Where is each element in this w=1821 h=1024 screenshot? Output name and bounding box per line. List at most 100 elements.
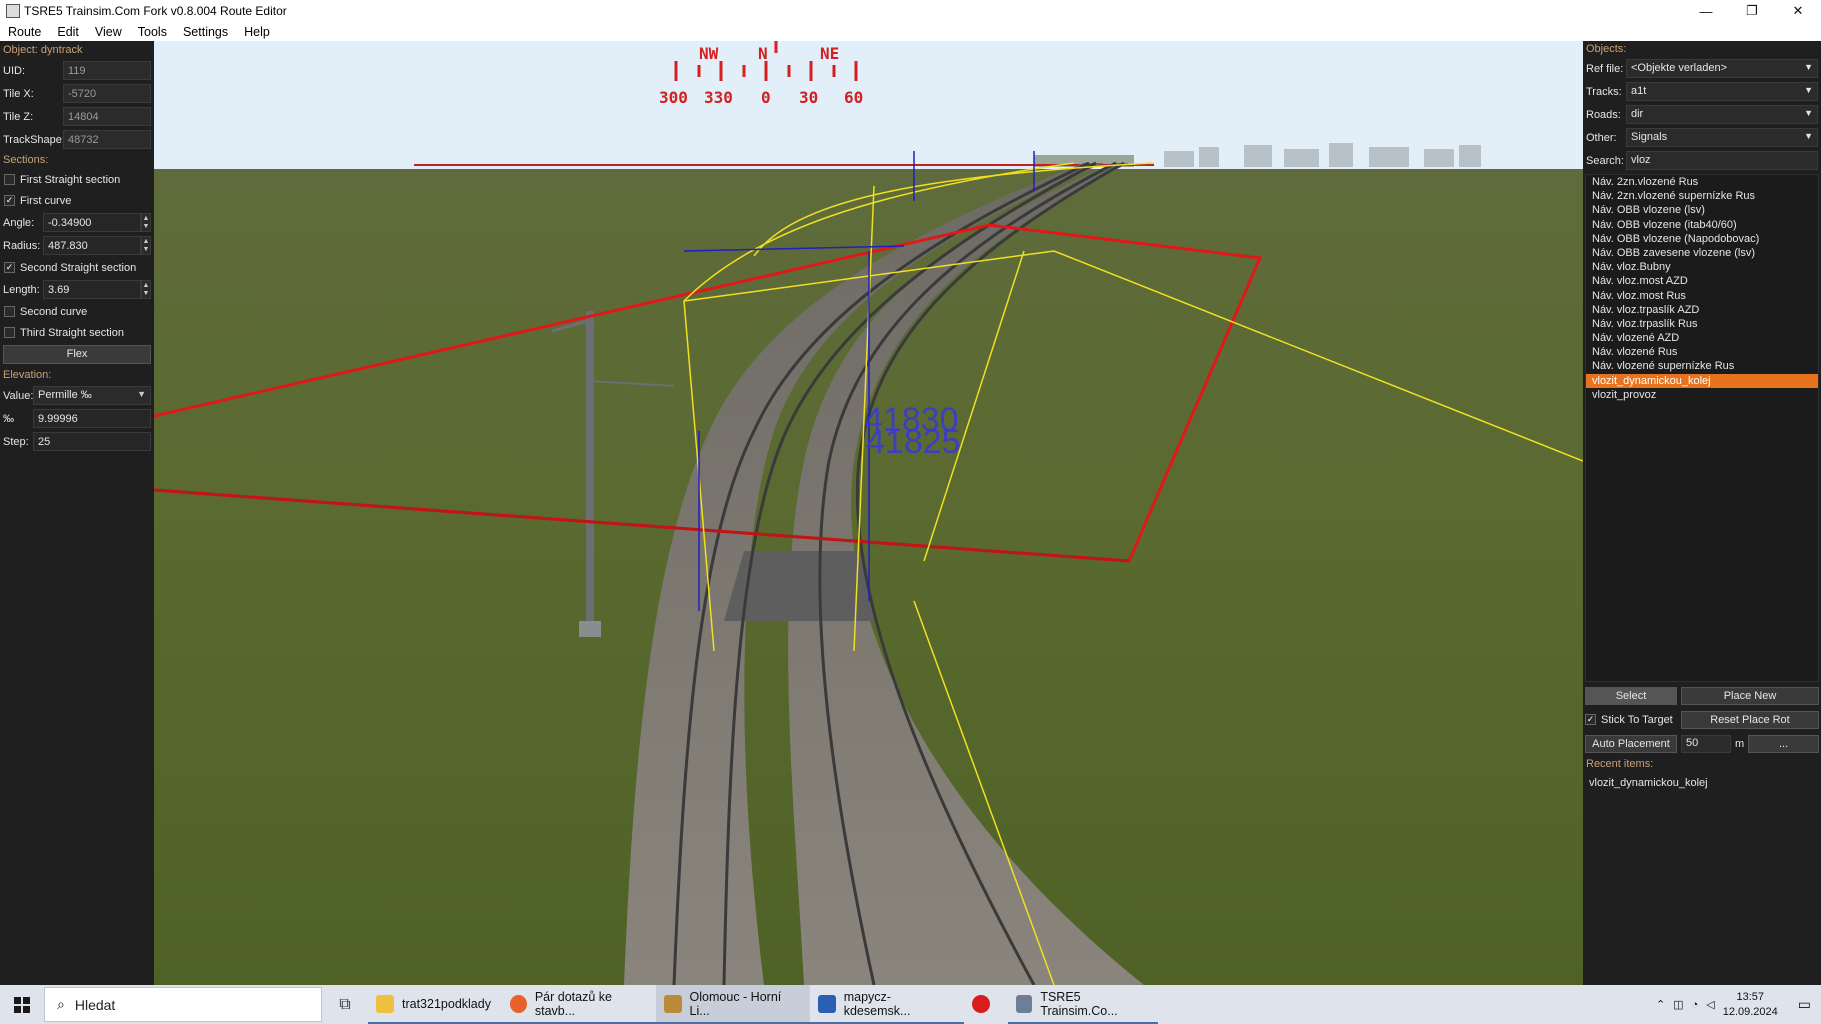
permille-field[interactable]: 9.99996 <box>33 409 151 428</box>
more-options-button[interactable]: ... <box>1748 734 1819 753</box>
second-straight-checkbox[interactable]: ✓ <box>4 262 15 273</box>
object-list-item[interactable]: Náv. OBB vlozene (itab40/60) <box>1586 218 1818 232</box>
menu-route[interactable]: Route <box>0 25 49 39</box>
taskbar-app-opera[interactable] <box>964 985 1008 1024</box>
folder-icon <box>376 994 394 1013</box>
object-list-item[interactable]: Náv. vlozené AZD <box>1586 331 1818 345</box>
opera-icon <box>972 994 990 1013</box>
second-curve-checkbox-row[interactable]: Second curve <box>0 301 154 322</box>
uid-field[interactable]: 119 <box>63 61 151 80</box>
taskbar-app-explorer[interactable]: trat321podklady <box>368 985 502 1024</box>
properties-panel: Object: dyntrack UID: 119 Tile X: -5720 … <box>0 41 154 985</box>
notification-icon[interactable]: ▭ <box>1798 996 1811 1013</box>
object-list-item[interactable]: Náv. 2zn.vlozené supernízke Rus <box>1586 189 1818 203</box>
roads-select[interactable]: dir ▼ <box>1626 105 1818 124</box>
objects-list[interactable]: Náv. 2zn.vlozené Rus Náv. 2zn.vlozené sup… <box>1585 174 1819 682</box>
search-input[interactable]: vloz <box>1626 151 1818 170</box>
second-curve-checkbox[interactable] <box>4 306 15 317</box>
object-list-item[interactable]: Náv. OBB vlozene (lsv) <box>1586 203 1818 217</box>
first-curve-checkbox-row[interactable]: ✓ First curve <box>0 190 154 211</box>
value-select-text: Permille ‰ <box>38 389 92 401</box>
object-list-item[interactable]: Náv. vloz.Bubny <box>1586 260 1818 274</box>
auto-placement-button[interactable]: Auto Placement <box>1585 734 1677 753</box>
object-list-item[interactable]: Náv. vlozené supernízke Rus <box>1586 359 1818 373</box>
catenary-mast <box>586 311 594 631</box>
trackshape-field[interactable]: 48732 <box>63 130 151 149</box>
step-row: Step: 25 <box>0 430 154 453</box>
tracks-value: a1t <box>1631 85 1647 97</box>
taskbar-app-word[interactable]: mapycz-kdesemsk... <box>810 985 964 1024</box>
tracks-select[interactable]: a1t ▼ <box>1626 82 1818 101</box>
first-straight-checkbox[interactable] <box>4 174 15 185</box>
elevation-label: Elevation: <box>3 369 52 381</box>
speaker-icon[interactable]: ◁ <box>1706 998 1714 1011</box>
value-select[interactable]: Permille ‰ ▼ <box>33 386 151 405</box>
compass-dir-nw: NW <box>699 44 719 63</box>
task-view-icon[interactable]: ⧉ <box>322 985 368 1024</box>
restore-button[interactable]: ❐ <box>1729 0 1775 22</box>
stick-to-target-checkbox[interactable]: ✓ <box>1585 714 1596 725</box>
taskbar-app-tsre5[interactable]: TSRE5 Trainsim.Co... <box>1008 985 1158 1024</box>
menu-view[interactable]: View <box>87 25 130 39</box>
taskbar-search[interactable]: ⌕ Hledat <box>44 987 322 1022</box>
object-list-item[interactable]: Náv. OBB vlozene (Napodobovac) <box>1586 232 1818 246</box>
close-button[interactable]: ✕ <box>1775 0 1821 22</box>
second-straight-checkbox-row[interactable]: ✓ Second Straight section <box>0 257 154 278</box>
tracks-label: Tracks: <box>1586 85 1622 98</box>
select-button[interactable]: Select <box>1585 686 1677 705</box>
object-list-item[interactable]: vlozit_provoz <box>1586 388 1818 402</box>
3d-viewport[interactable]: 41830 41825 NW N NE 300 330 0 30 60 <box>154 41 1583 985</box>
menu-help[interactable]: Help <box>236 25 278 39</box>
third-straight-checkbox-row[interactable]: Third Straight section <box>0 322 154 343</box>
length-spinner[interactable]: ▲ ▼ <box>141 280 151 299</box>
object-list-item[interactable]: Náv. vloz.trpaslík Rus <box>1586 317 1818 331</box>
tilez-field[interactable]: 14804 <box>63 107 151 126</box>
length-field[interactable]: 3.69 <box>43 280 141 299</box>
roads-value: dir <box>1631 108 1644 120</box>
third-straight-checkbox[interactable] <box>4 327 15 338</box>
chevron-up-icon[interactable]: ⌃ <box>1656 998 1665 1011</box>
network-icon[interactable]: ◫ <box>1673 998 1683 1011</box>
taskbar-app-label: Pár dotazů ke stavb... <box>534 989 612 1018</box>
other-select[interactable]: Signals ▼ <box>1626 128 1818 147</box>
chevron-down-icon: ▼ <box>1804 62 1813 72</box>
step-field[interactable]: 25 <box>33 432 151 451</box>
first-straight-checkbox-row[interactable]: First Straight section <box>0 169 154 190</box>
taskbar-app-photos[interactable]: Olomouc - Horní Li... <box>656 985 810 1024</box>
object-list-item[interactable]: Náv. OBB zavesene vlozene (lsv) <box>1586 246 1818 260</box>
roads-row: Roads: dir ▼ <box>1583 103 1821 126</box>
recent-item[interactable]: vlozit_dynamickou_kolej <box>1585 774 1819 792</box>
ref-file-label: Ref file: <box>1586 62 1624 75</box>
radius-spinner[interactable]: ▲ ▼ <box>141 236 151 255</box>
object-list-item[interactable]: Náv. vloz.trpaslík AZD <box>1586 303 1818 317</box>
sections-label: Sections: <box>3 154 49 166</box>
first-curve-checkbox[interactable]: ✓ <box>4 195 15 206</box>
menu-settings[interactable]: Settings <box>175 25 236 39</box>
minimize-button[interactable]: — <box>1683 0 1729 22</box>
ref-file-select[interactable]: <Objekte verladen> ▼ <box>1626 59 1818 78</box>
object-list-item[interactable]: Náv. vloz.most AZD <box>1586 274 1818 288</box>
stick-to-target-row[interactable]: ✓ Stick To Target <box>1585 714 1677 726</box>
object-list-item[interactable]: Náv. 2zn.vlozené Rus <box>1586 175 1818 189</box>
taskbar-app-firefox[interactable]: Pár dotazů ke stavb... <box>502 985 656 1024</box>
tilex-field[interactable]: -5720 <box>63 84 151 103</box>
tilex-row: Tile X: -5720 <box>0 82 154 105</box>
length-row: Length: 3.69 ▲ ▼ <box>0 278 154 301</box>
angle-spinner[interactable]: ▲ ▼ <box>141 213 151 232</box>
place-new-button[interactable]: Place New <box>1681 686 1819 705</box>
angle-field[interactable]: -0.34900 <box>43 213 141 232</box>
wifi-icon[interactable]: ◔ <box>1692 999 1699 1011</box>
tsre5-icon <box>1016 994 1033 1013</box>
second-straight-label: Second Straight section <box>20 261 137 274</box>
menu-edit[interactable]: Edit <box>49 25 87 39</box>
radius-field[interactable]: 487.830 <box>43 236 141 255</box>
object-list-item[interactable]: Náv. vloz.most Rus <box>1586 289 1818 303</box>
auto-placement-distance[interactable]: 50 <box>1681 734 1731 753</box>
start-button[interactable] <box>0 985 44 1024</box>
reset-place-rot-button[interactable]: Reset Place Rot <box>1681 710 1819 729</box>
menu-tools[interactable]: Tools <box>130 25 175 39</box>
flex-button[interactable]: Flex <box>3 345 151 364</box>
clock[interactable]: 13:57 12.09.2024 <box>1723 990 1778 1020</box>
object-list-item[interactable]: Náv. vlozené Rus <box>1586 345 1818 359</box>
object-list-item[interactable]: vlozit_dynamickou_kolej <box>1586 373 1818 388</box>
